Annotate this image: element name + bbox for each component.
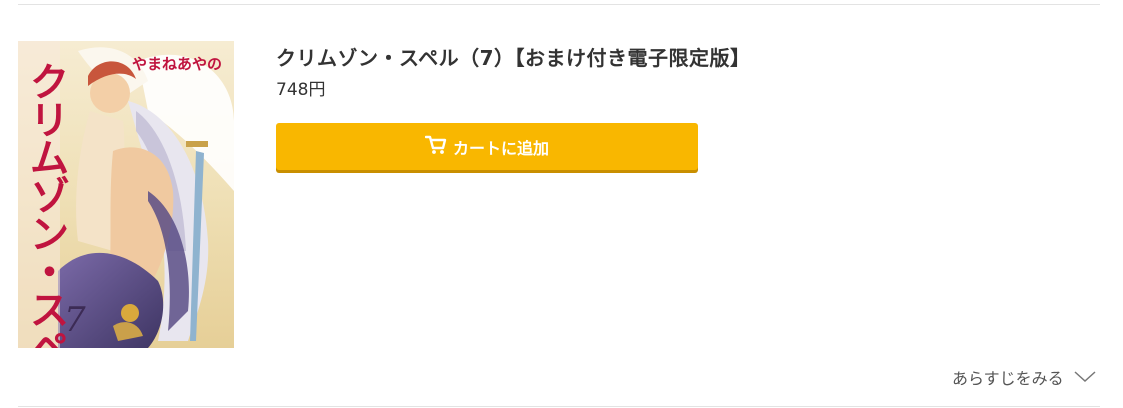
cover-title-text: クリムゾン・スペル xyxy=(23,61,70,348)
product-price: 748円 xyxy=(276,80,326,100)
top-divider xyxy=(18,4,1100,5)
add-to-cart-button[interactable]: カートに追加 xyxy=(276,123,698,170)
cover-image[interactable]: クリムゾン・スペル やまねあやの 7 xyxy=(18,41,234,348)
product-title[interactable]: クリムゾン・スペル（7）【おまけ付き電子限定版】 xyxy=(276,42,751,71)
cover-volume-text: 7 xyxy=(64,300,86,340)
chevron-down-icon xyxy=(1074,368,1096,387)
bottom-divider xyxy=(18,406,1100,407)
add-to-cart-label: カートに追加 xyxy=(452,138,549,158)
synopsis-label: あらすじをみる xyxy=(952,369,1064,388)
cover-author-text: やまねあやの xyxy=(132,55,222,73)
cart-icon xyxy=(424,135,447,158)
show-synopsis-toggle[interactable]: あらすじをみる xyxy=(952,366,1096,388)
